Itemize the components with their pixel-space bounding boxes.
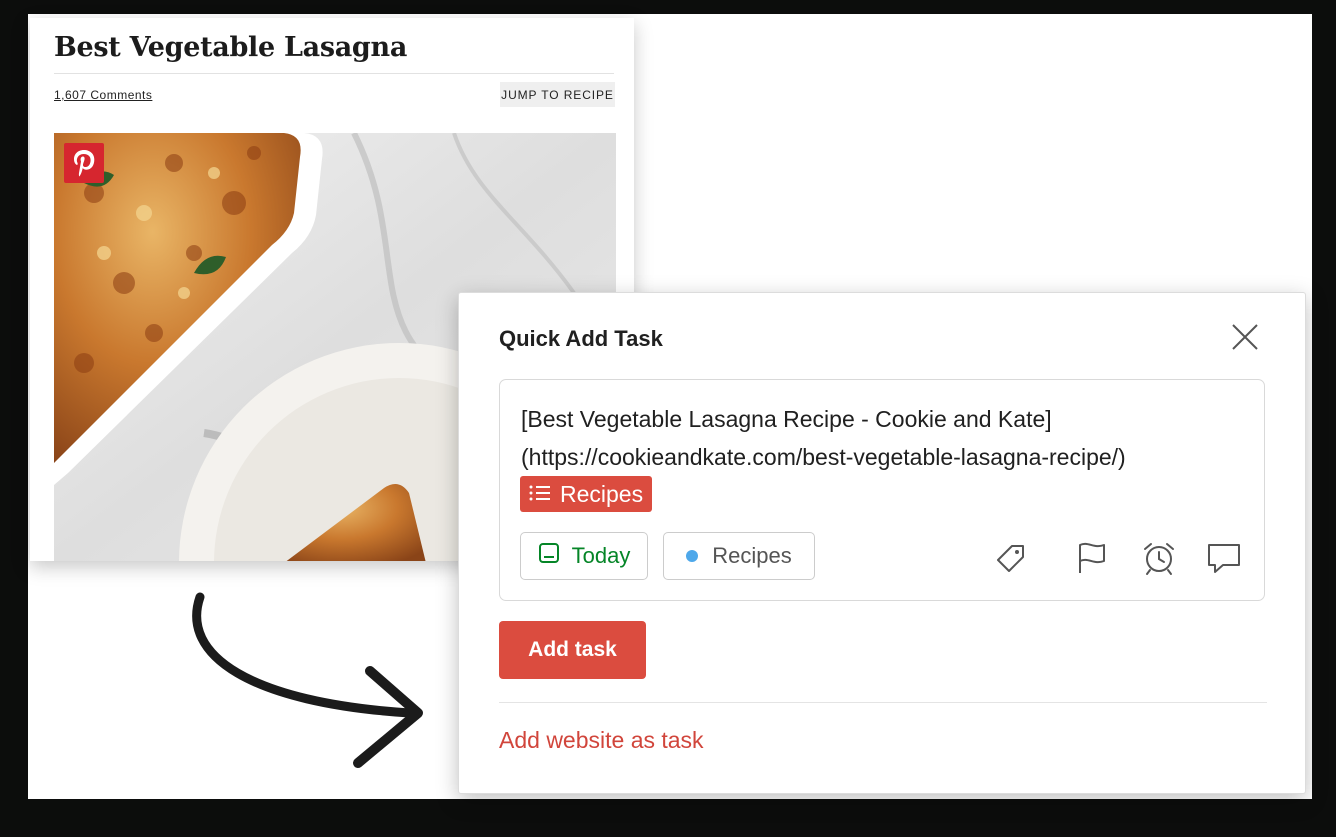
dialog-title: Quick Add Task xyxy=(499,326,663,351)
project-label: Recipes xyxy=(712,543,792,568)
title-divider xyxy=(54,73,614,74)
divider xyxy=(499,702,1267,703)
add-task-button[interactable]: Add task xyxy=(499,621,646,679)
tag-chip-label: Recipes xyxy=(560,480,644,507)
pinterest-icon[interactable] xyxy=(64,143,104,183)
task-input[interactable]: [Best Vegetable Lasagna Recipe - Cookie … xyxy=(521,400,1256,476)
close-icon[interactable] xyxy=(1229,321,1261,353)
calendar-icon xyxy=(538,542,560,570)
add-website-link[interactable]: Add website as task xyxy=(499,727,704,754)
label-icon[interactable] xyxy=(992,540,1028,576)
comment-icon[interactable] xyxy=(1206,540,1242,576)
flag-icon[interactable] xyxy=(1074,540,1110,576)
recipe-title: Best Vegetable Lasagna xyxy=(54,32,408,63)
project-tag-chip[interactable]: Recipes xyxy=(520,476,653,512)
jump-to-recipe-button[interactable]: JUMP TO RECIPE xyxy=(500,82,615,107)
list-icon xyxy=(529,481,551,508)
project-color-dot xyxy=(686,550,699,562)
task-editor[interactable]: [Best Vegetable Lasagna Recipe - Cookie … xyxy=(499,379,1265,601)
project-button[interactable]: Recipes xyxy=(663,532,815,580)
arrow-icon xyxy=(192,592,423,768)
schedule-button[interactable]: Today xyxy=(520,532,648,580)
quick-add-dialog: Quick Add Task [Best Vegetable Lasagna R… xyxy=(458,292,1306,794)
comments-link[interactable]: 1,607 Comments xyxy=(54,88,152,102)
schedule-label: Today xyxy=(571,543,631,568)
alarm-icon[interactable] xyxy=(1141,540,1177,576)
